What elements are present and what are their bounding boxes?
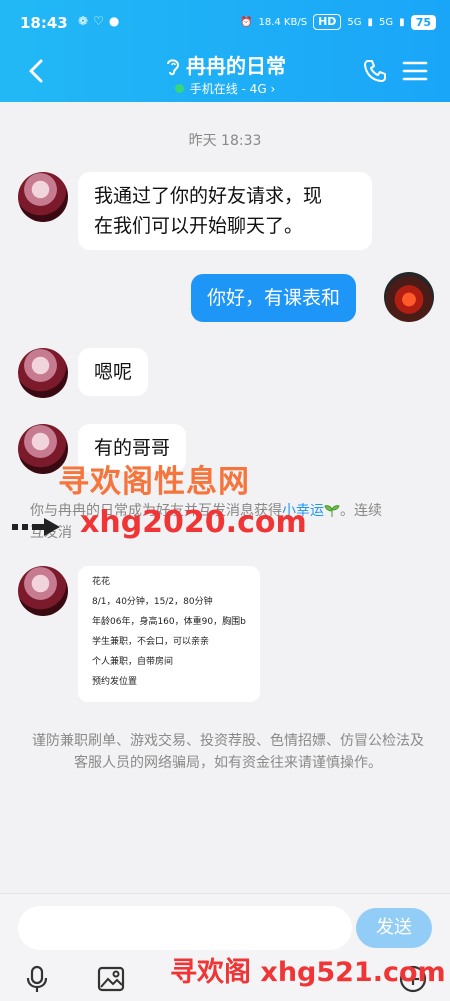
online-status-text: 手机在线 - 4G (189, 82, 267, 96)
message-input[interactable] (18, 906, 352, 950)
watermark-text: xhg2020.com (80, 505, 307, 540)
system-notice-text: 。连续 (340, 503, 382, 519)
fraud-warning: 谨防兼职刷单、游戏交易、投资荐股、色情招嫖、仿冒公检法及客服人员的网络骗局，如有… (32, 733, 424, 771)
message-text: 我通过了你的好友请求，现 (94, 185, 323, 207)
battery: 75 (410, 14, 436, 30)
notification-icons: ❁ ♡ ● (78, 14, 119, 28)
image-message[interactable]: 花花 8/1，40分钟，15/2，80分钟 年龄06年，身高160，体重90，胸… (78, 566, 260, 702)
signal-bars-icon: ▮ (399, 16, 405, 28)
message-text: 在我们可以开始聊天了。 (94, 215, 304, 237)
image-text-line: 年龄06年，身高160，体重90，胸围b (92, 617, 246, 627)
message-text: 你好，有课表和 (207, 287, 341, 309)
ear-icon (167, 59, 180, 76)
image-text-line: 花花 (92, 577, 111, 587)
image-text-line: 学生兼职，不会口，可以亲亲 (92, 637, 210, 647)
chat-title-text: 冉冉的日常 (186, 54, 286, 78)
app-notification-icon: ❁ (78, 14, 89, 28)
phone-icon[interactable] (362, 58, 388, 84)
chat-notification-icon: ● (108, 14, 120, 28)
contact-avatar[interactable] (18, 172, 68, 222)
message-text: 嗯呢 (94, 361, 133, 383)
mic-icon[interactable] (22, 964, 52, 994)
menu-icon[interactable] (402, 58, 428, 84)
title-bar: 冉冉的日常 手机在线 - 4G › (0, 46, 450, 102)
image-icon[interactable] (96, 964, 126, 994)
online-dot-icon (174, 84, 184, 93)
heart-notification-icon: ♡ (93, 14, 104, 28)
message-timestamp: 昨天 18:33 (188, 133, 262, 149)
hd-badge: HD (313, 14, 342, 30)
watermark-text: 寻欢阁性息网 (58, 464, 250, 500)
send-button[interactable]: 发送 (356, 908, 432, 948)
signal-bars-icon: ▮ (367, 16, 374, 28)
sprout-icon (324, 505, 340, 517)
net-speed: 18.4 KB/S (258, 16, 308, 28)
arrow-icon (12, 518, 60, 536)
alarm-icon: ⏰ (240, 16, 253, 28)
status-time: 18:43 (20, 14, 68, 32)
status-bar: 18:43 ❁ ♡ ● ⏰ 18.4 KB/S HD 5G ▮ 5G ▮ 75 (0, 0, 450, 46)
contact-avatar[interactable] (18, 348, 68, 398)
message-bubble[interactable]: 嗯呢 (78, 348, 149, 396)
message-bubble-mine[interactable]: 你好，有课表和 (191, 274, 357, 322)
watermark-text: 寻欢阁 xhg521.com (170, 957, 446, 988)
signal-2: 5G (379, 16, 394, 28)
image-text-line: 8/1，40分钟，15/2，80分钟 (92, 597, 213, 607)
my-avatar[interactable] (384, 272, 434, 322)
message-bubble[interactable]: 我通过了你的好友请求，现 在我们可以开始聊天了。 (78, 172, 372, 250)
signal-1: 5G (347, 16, 362, 28)
status-right: ⏰ 18.4 KB/S HD 5G ▮ 5G ▮ 75 (240, 14, 436, 30)
image-text-line: 个人兼职，自带房间 (92, 657, 174, 667)
image-text-line: 预约发位置 (92, 677, 138, 687)
chevron-right-icon: › (270, 82, 276, 96)
contact-avatar[interactable] (18, 566, 68, 616)
